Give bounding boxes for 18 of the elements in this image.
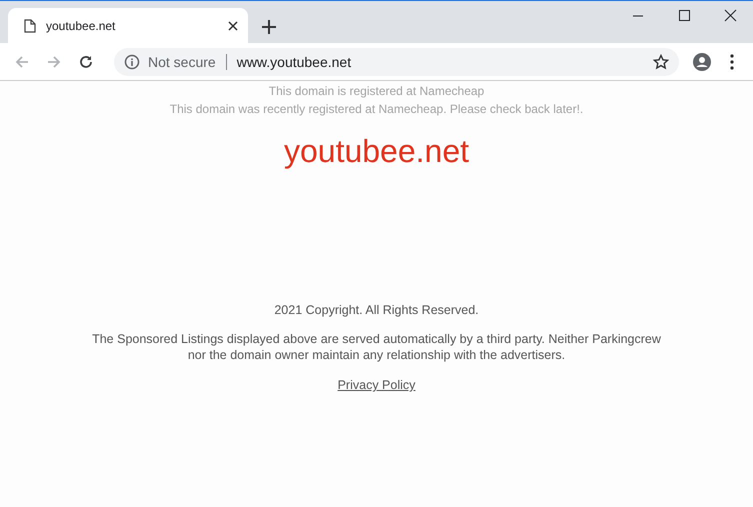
star-icon[interactable] xyxy=(653,54,669,70)
tab-title: youtubee.net xyxy=(46,18,116,32)
info-icon[interactable] xyxy=(124,54,140,70)
disclaimer-text: The Sponsored Listings displayed above are served automatically by a third party. Neither Parkingcrew nor the domain owner maintain any relationship with the advertisers. xyxy=(91,331,662,363)
copyright-text: 2021 Copyright. All Rights Reserved. xyxy=(274,303,479,317)
profile-icon[interactable] xyxy=(693,52,711,70)
close-icon[interactable] xyxy=(228,20,238,30)
address-bar[interactable]: Not secure www.youtubee.net xyxy=(114,48,679,76)
page-icon xyxy=(24,18,36,32)
browser-tab[interactable]: youtubee.net xyxy=(8,8,248,43)
domain-title: youtubee.net xyxy=(284,133,470,170)
security-label: Not secure xyxy=(148,54,227,70)
notice-text: This domain was recently registered at Namecheap. Please check back later!. xyxy=(170,102,584,116)
notice-text: This domain is registered at Namecheap xyxy=(268,84,484,98)
menu-icon[interactable] xyxy=(730,54,734,70)
new-tab-icon[interactable] xyxy=(262,20,276,34)
url-text: www.youtubee.net xyxy=(236,54,352,70)
privacy-policy-link[interactable]: Privacy Policy xyxy=(338,378,416,392)
